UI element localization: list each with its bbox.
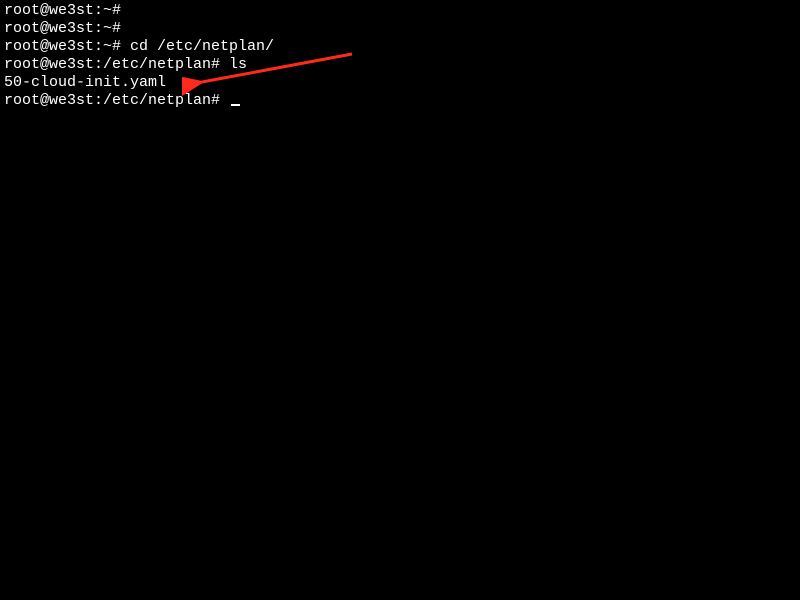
command-text: cd /etc/netplan/: [130, 38, 274, 55]
ls-output-file: 50-cloud-init.yaml: [4, 74, 166, 91]
terminal-line: root@we3st:~# cd /etc/netplan/: [4, 38, 796, 56]
prompt: root@we3st:/etc/netplan#: [4, 56, 229, 73]
prompt: root@we3st:~#: [4, 2, 121, 19]
terminal-line: root@we3st:/etc/netplan# ls: [4, 56, 796, 74]
terminal-output: 50-cloud-init.yaml: [4, 74, 796, 92]
command-text: ls: [229, 56, 247, 73]
cursor: [231, 104, 240, 106]
prompt: root@we3st:~#: [4, 20, 121, 37]
terminal-line[interactable]: root@we3st:/etc/netplan#: [4, 92, 796, 110]
terminal-line: root@we3st:~#: [4, 2, 796, 20]
prompt: root@we3st:~#: [4, 38, 130, 55]
terminal-line: root@we3st:~#: [4, 20, 796, 38]
prompt: root@we3st:/etc/netplan#: [4, 92, 229, 109]
